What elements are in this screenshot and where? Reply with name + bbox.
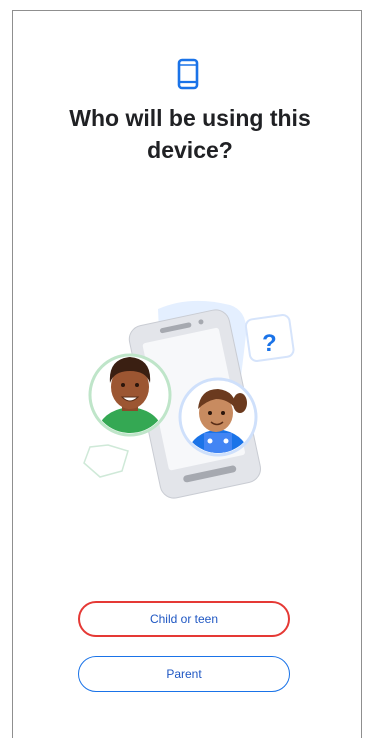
- child-avatar: [178, 377, 258, 457]
- family-device-illustration: ?: [83, 300, 295, 499]
- smartphone-icon: [177, 58, 199, 90]
- parent-button[interactable]: Parent: [78, 656, 290, 692]
- question-mark: ?: [262, 330, 277, 357]
- page-title: Who will be using this device?: [69, 105, 311, 163]
- child-or-teen-button[interactable]: Child or teen: [78, 601, 290, 637]
- adult-avatar: [88, 353, 172, 437]
- hexagon-shape: [83, 444, 129, 478]
